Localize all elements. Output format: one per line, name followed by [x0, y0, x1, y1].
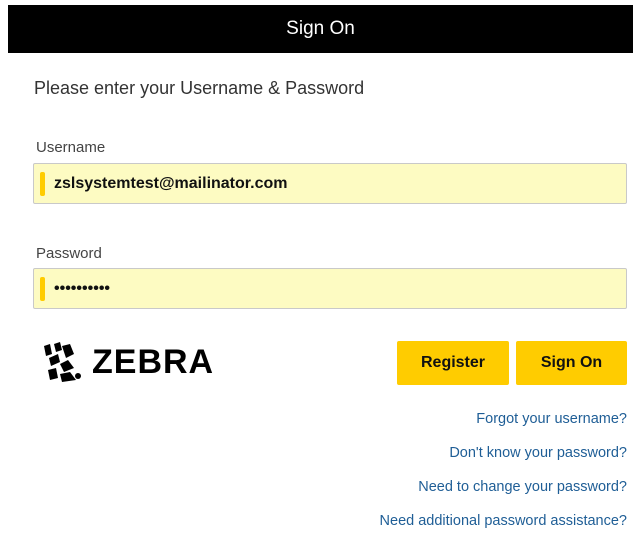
header-title: Sign On — [286, 18, 355, 39]
password-accent-bar — [40, 277, 45, 301]
page-header: Sign On — [8, 5, 633, 53]
password-field-wrapper — [33, 268, 627, 309]
password-input[interactable] — [54, 269, 614, 308]
register-button[interactable]: Register — [397, 341, 509, 385]
zebra-logo: ZEBRA — [40, 338, 240, 386]
instruction-text: Please enter your Username & Password — [34, 78, 365, 98]
username-accent-bar — [40, 172, 45, 196]
zebra-head-icon — [44, 342, 81, 382]
forgot-password-link[interactable]: Don't know your password? — [380, 444, 627, 462]
logo-wordmark: ZEBRA — [92, 342, 215, 381]
username-field-wrapper — [33, 163, 627, 204]
change-password-link[interactable]: Need to change your password? — [380, 478, 627, 496]
username-input[interactable] — [54, 164, 614, 203]
forgot-username-link[interactable]: Forgot your username? — [380, 410, 627, 428]
sign-on-button[interactable]: Sign On — [516, 341, 627, 385]
password-label: Password — [36, 245, 102, 262]
help-links: Forgot your username? Don't know your pa… — [380, 410, 627, 546]
username-label: Username — [36, 139, 106, 156]
password-assistance-link[interactable]: Need additional password assistance? — [380, 512, 627, 530]
